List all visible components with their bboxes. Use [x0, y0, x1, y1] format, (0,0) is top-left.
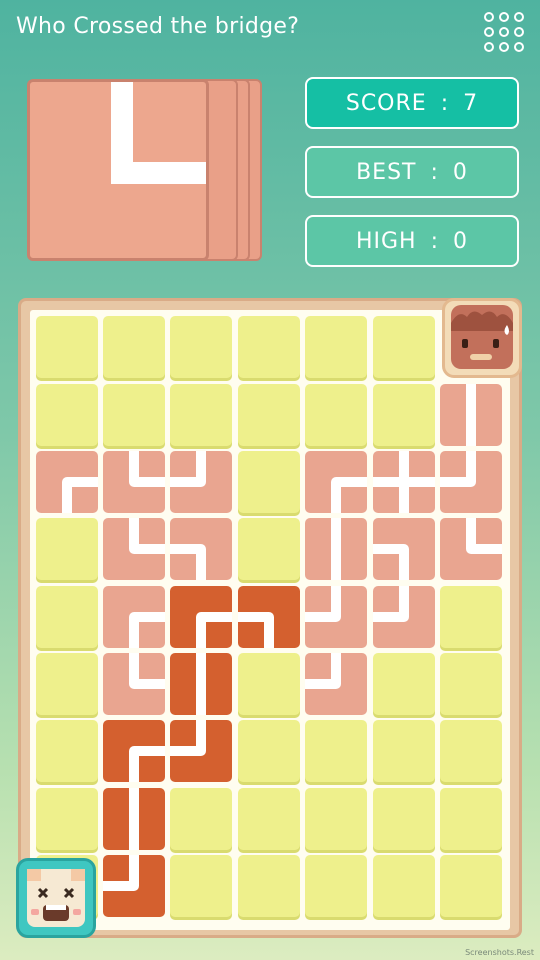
board-cell-empty[interactable]	[170, 788, 232, 850]
board-cell-active-pipe[interactable]	[170, 653, 232, 715]
board-cell-pipe[interactable]	[305, 518, 367, 580]
board-cell-empty[interactable]	[238, 788, 300, 850]
best-value: 0	[452, 159, 468, 185]
board-cell-active-pipe[interactable]	[103, 720, 165, 782]
score-value: 7	[463, 90, 479, 116]
board-cell-pipe[interactable]	[373, 586, 435, 648]
board-cell-pipe[interactable]	[440, 384, 502, 446]
next-tile[interactable]	[27, 79, 209, 261]
best-label: BEST	[356, 159, 417, 185]
board-cell-empty[interactable]	[238, 518, 300, 580]
board-cell-empty[interactable]	[440, 586, 502, 648]
board-cell-empty[interactable]	[103, 316, 165, 378]
board-cell-empty[interactable]	[238, 653, 300, 715]
board-cell-empty[interactable]	[305, 788, 367, 850]
board-cell-pipe[interactable]	[305, 586, 367, 648]
board-cell-pipe[interactable]	[170, 518, 232, 580]
board-cell-empty[interactable]	[305, 384, 367, 446]
high-label: HIGH	[355, 228, 417, 254]
board-cell-pipe[interactable]	[36, 451, 98, 513]
board-cell-empty[interactable]	[36, 653, 98, 715]
board-cell-pipe[interactable]	[103, 451, 165, 513]
board-cell-empty[interactable]	[440, 720, 502, 782]
goal-character	[16, 858, 96, 938]
board-cell-pipe[interactable]	[373, 518, 435, 580]
board-cell-empty[interactable]	[170, 316, 232, 378]
board-cell-active-pipe[interactable]	[103, 788, 165, 850]
board-cell-empty[interactable]	[440, 788, 502, 850]
board-cell-empty[interactable]	[305, 316, 367, 378]
high-display: HIGH : 0	[305, 215, 519, 267]
board-cell-empty[interactable]	[36, 586, 98, 648]
board-cell-empty[interactable]	[305, 720, 367, 782]
board-cell-empty[interactable]	[103, 384, 165, 446]
board-cell-empty[interactable]	[373, 855, 435, 917]
board-cell-empty[interactable]	[440, 855, 502, 917]
board-cell-pipe[interactable]	[440, 518, 502, 580]
board-cell-empty[interactable]	[36, 788, 98, 850]
board-cell-empty[interactable]	[36, 720, 98, 782]
board-cell-pipe[interactable]	[305, 653, 367, 715]
board-cell-empty[interactable]	[373, 720, 435, 782]
high-value: 0	[453, 228, 469, 254]
board-cell-active-pipe[interactable]	[170, 586, 232, 648]
board-cell-empty[interactable]	[373, 788, 435, 850]
board-cell-pipe[interactable]	[373, 451, 435, 513]
board-cell-pipe[interactable]	[170, 451, 232, 513]
board-cell-empty[interactable]	[305, 855, 367, 917]
board-cell-empty[interactable]	[238, 451, 300, 513]
board-cell-pipe[interactable]	[305, 451, 367, 513]
board-cell-pipe[interactable]	[103, 518, 165, 580]
game-title: Who Crossed the bridge?	[16, 14, 300, 39]
board-cell-empty[interactable]	[373, 316, 435, 378]
score-label: SCORE	[345, 90, 427, 116]
board-cell-pipe[interactable]	[103, 586, 165, 648]
board-cell-empty[interactable]	[440, 653, 502, 715]
score-colon: :	[440, 90, 450, 116]
board-cell-empty[interactable]	[238, 855, 300, 917]
board-cell-active-pipe[interactable]	[238, 586, 300, 648]
high-colon: :	[430, 228, 440, 254]
board-cell-pipe[interactable]	[103, 653, 165, 715]
best-display: BEST : 0	[305, 146, 519, 198]
score-display: SCORE : 7	[305, 77, 519, 129]
board-cell-empty[interactable]	[36, 384, 98, 446]
watermark: Screenshots.Rest	[465, 948, 534, 957]
board-cell-empty[interactable]	[238, 316, 300, 378]
board-cell-empty[interactable]	[373, 384, 435, 446]
board-cell-pipe[interactable]	[440, 451, 502, 513]
best-colon: :	[430, 159, 439, 185]
board-cell-empty[interactable]	[170, 855, 232, 917]
board-cell-active-pipe[interactable]	[103, 855, 165, 917]
board-cell-active-pipe[interactable]	[170, 720, 232, 782]
grid-menu-icon[interactable]	[484, 12, 528, 56]
sweating-face-character	[442, 298, 522, 378]
board-cell-empty[interactable]	[36, 518, 98, 580]
board-cell-empty[interactable]	[36, 316, 98, 378]
board-cell-empty[interactable]	[238, 384, 300, 446]
board-cell-empty[interactable]	[238, 720, 300, 782]
board-cell-empty[interactable]	[170, 384, 232, 446]
board-cell-empty[interactable]	[373, 653, 435, 715]
